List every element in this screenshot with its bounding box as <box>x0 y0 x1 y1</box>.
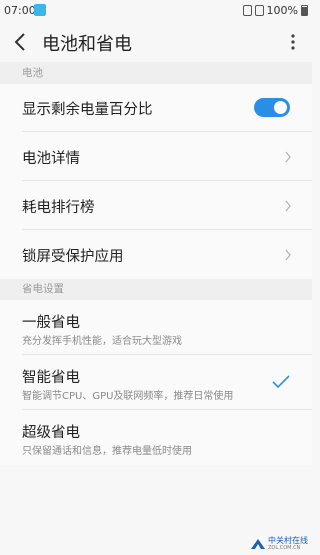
battery-percent-toggle[interactable] <box>254 98 290 117</box>
mode-super-saving-row[interactable]: 超级省电 只保留通话和信息，推荐电量低时使用 <box>0 410 312 465</box>
mode-label: 一般省电 <box>22 315 80 331</box>
notification-icon <box>34 4 46 16</box>
battery-percent: 100% <box>266 4 298 17</box>
power-ranking-row[interactable]: 耗电排行榜 <box>0 181 312 230</box>
row-label: 锁屏受保护应用 <box>22 249 124 265</box>
row-label: 电池详情 <box>22 151 80 167</box>
chevron-right-icon <box>285 200 291 212</box>
more-vertical-icon[interactable] <box>286 31 300 53</box>
mode-description: 只保留通话和信息，推荐电量低时使用 <box>22 446 192 457</box>
status-time: 07:00 <box>4 4 36 17</box>
sim-card-icon <box>242 5 252 16</box>
row-label: 显示剩余电量百分比 <box>22 102 153 118</box>
back-arrow-icon[interactable] <box>10 31 32 53</box>
chevron-right-icon <box>285 151 291 163</box>
check-icon <box>272 375 290 389</box>
title-bar: 电池和省电 <box>0 22 312 62</box>
section-label: 省电设置 <box>22 283 64 295</box>
mode-label: 超级省电 <box>22 425 80 441</box>
watermark-text: 中关村在线 ZOL.COM.CN <box>268 536 308 552</box>
battery-icon <box>301 5 308 16</box>
mode-smart-saving-row[interactable]: 智能省电 智能调节CPU、GPU及联网频率，推荐日常使用 <box>0 355 312 410</box>
status-icons: 100% <box>242 4 308 17</box>
toggle-knob <box>274 101 287 114</box>
mode-label: 智能省电 <box>22 370 80 386</box>
status-bar: 07:00 100% <box>0 0 312 22</box>
zol-logo-icon <box>251 539 265 549</box>
sim-card-2-icon <box>254 5 264 16</box>
mode-description: 充分发挥手机性能，适合玩大型游戏 <box>22 336 182 347</box>
page-title: 电池和省电 <box>42 34 132 55</box>
chevron-right-icon <box>285 249 291 261</box>
section-header-battery: 电池 <box>0 62 312 84</box>
mode-description: 智能调节CPU、GPU及联网频率，推荐日常使用 <box>22 391 234 402</box>
show-battery-percent-row[interactable]: 显示剩余电量百分比 <box>0 84 312 132</box>
watermark-site: ZOL.COM.CN <box>268 545 301 551</box>
row-label: 耗电排行榜 <box>22 200 95 216</box>
watermark-brand: 中关村在线 <box>268 536 308 545</box>
lockscreen-protected-apps-row[interactable]: 锁屏受保护应用 <box>0 230 312 279</box>
watermark: 中关村在线 ZOL.COM.CN <box>250 537 308 551</box>
battery-details-row[interactable]: 电池详情 <box>0 132 312 181</box>
mode-normal-saving-row[interactable]: 一般省电 充分发挥手机性能，适合玩大型游戏 <box>0 300 312 355</box>
section-header-power-saving: 省电设置 <box>0 279 312 300</box>
section-label: 电池 <box>22 67 43 79</box>
